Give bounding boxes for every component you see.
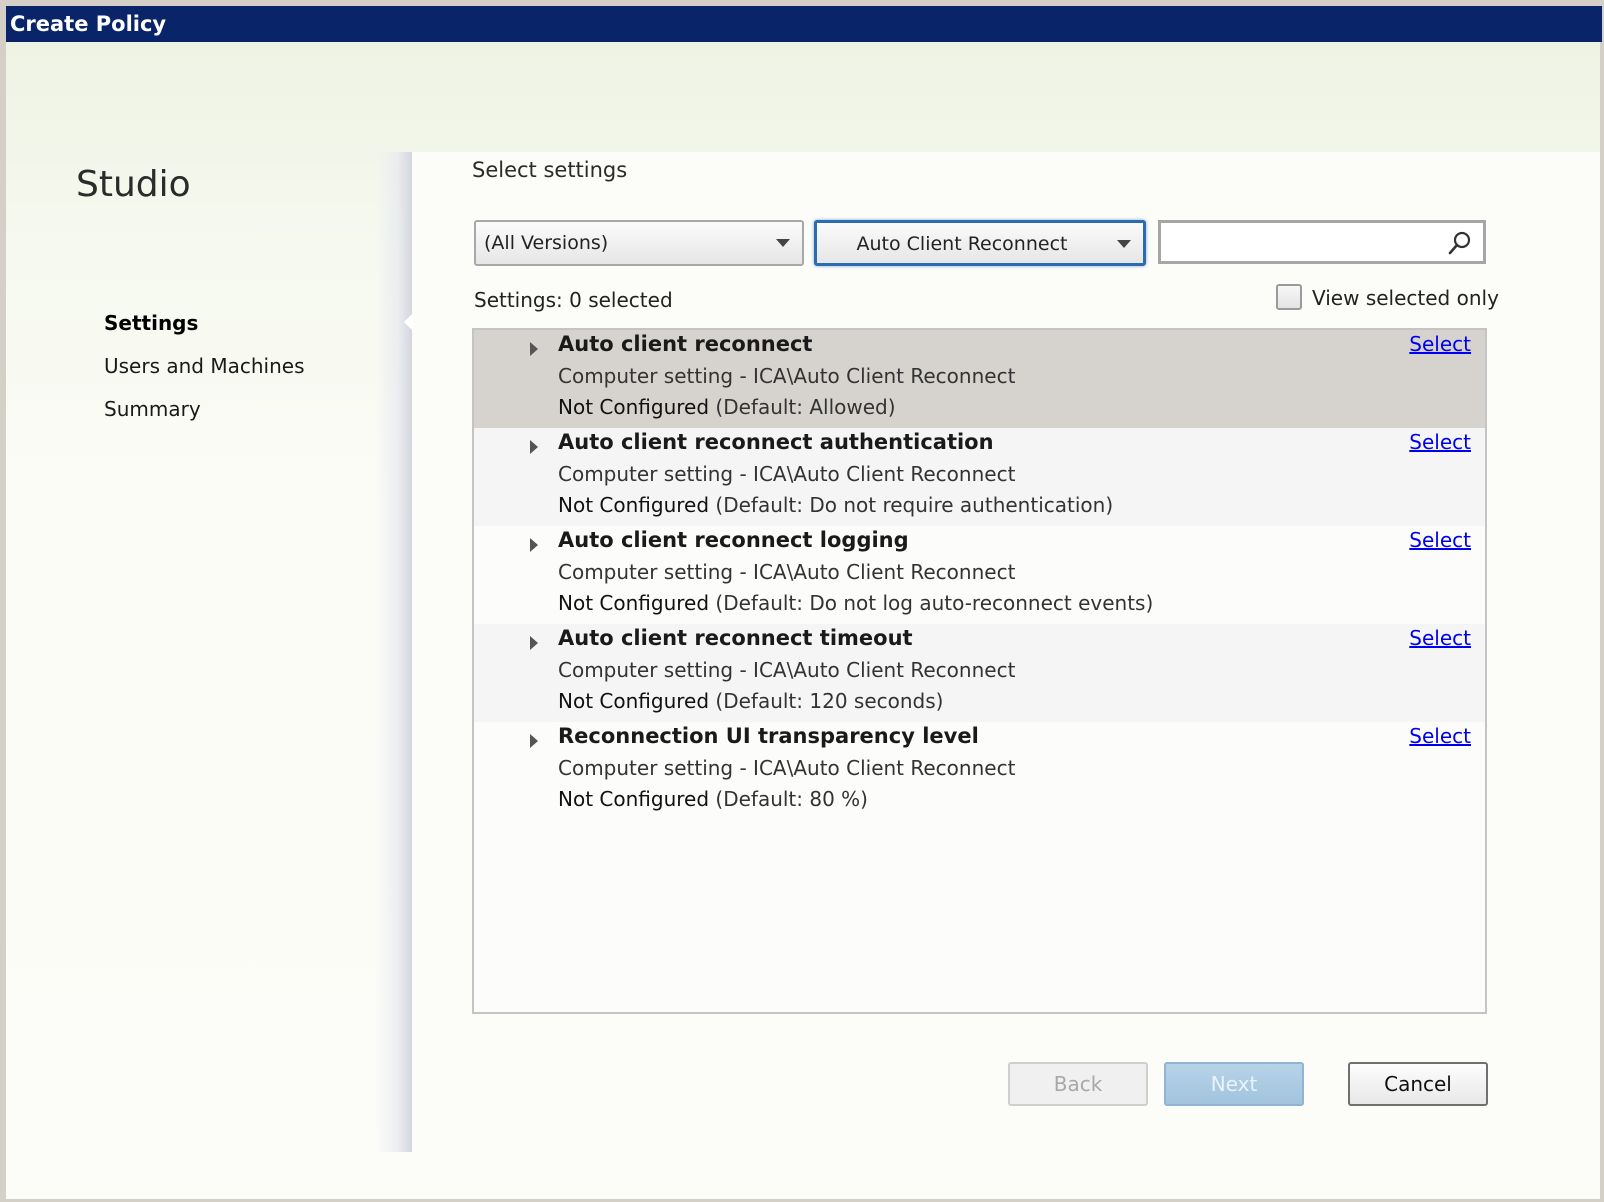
expand-arrow-icon[interactable] <box>530 342 538 356</box>
setting-default: (Default: Do not log auto-reconnect even… <box>709 591 1154 615</box>
settings-selected-count: Settings: 0 selected <box>474 288 673 312</box>
setting-state: Not Configured (Default: 80 %) <box>558 787 868 811</box>
setting-name: Auto client reconnect timeout <box>558 626 913 650</box>
next-button[interactable]: Next <box>1164 1062 1304 1106</box>
select-setting-link[interactable]: Select <box>1409 724 1471 748</box>
settings-search-box[interactable] <box>1158 220 1486 264</box>
setting-name: Auto client reconnect authentication <box>558 430 994 454</box>
setting-path: Computer setting - ICA\Auto Client Recon… <box>558 658 1016 682</box>
setting-row[interactable]: Auto client reconnect logging Computer s… <box>474 526 1485 624</box>
setting-name: Auto client reconnect <box>558 332 813 356</box>
window-title: Create Policy <box>6 6 1602 42</box>
cancel-button[interactable]: Cancel <box>1348 1062 1488 1106</box>
wizard-client-area: Studio Settings Users and Machines Summa… <box>6 42 1600 1199</box>
expand-arrow-icon[interactable] <box>530 636 538 650</box>
view-selected-only-option[interactable]: View selected only <box>1276 283 1499 313</box>
settings-list[interactable]: Auto client reconnect Computer setting -… <box>472 328 1487 1014</box>
select-setting-link[interactable]: Select <box>1409 430 1471 454</box>
nav-step-settings[interactable]: Settings <box>104 308 305 351</box>
nav-step-users-and-machines[interactable]: Users and Machines <box>104 351 305 394</box>
back-button[interactable]: Back <box>1008 1062 1148 1106</box>
expand-arrow-icon[interactable] <box>530 538 538 552</box>
create-policy-window: Create Policy Studio Settings Users and … <box>6 6 1602 1200</box>
setting-default: (Default: Do not require authentication) <box>709 493 1114 517</box>
category-filter-value: Auto Client Reconnect <box>856 233 1068 255</box>
chevron-down-icon <box>1117 240 1131 248</box>
expand-arrow-icon[interactable] <box>530 734 538 748</box>
setting-row[interactable]: Auto client reconnect Computer setting -… <box>474 330 1485 428</box>
page-title: Select settings <box>472 158 628 182</box>
setting-name: Auto client reconnect logging <box>558 528 909 552</box>
select-setting-link[interactable]: Select <box>1409 528 1471 552</box>
search-icon[interactable] <box>1447 230 1473 256</box>
setting-state: Not Configured (Default: 120 seconds) <box>558 689 943 713</box>
chevron-down-icon <box>776 239 790 247</box>
setting-config-state: Not Configured <box>558 591 710 615</box>
version-filter-dropdown[interactable]: (All Versions) <box>474 220 804 266</box>
select-setting-link[interactable]: Select <box>1409 626 1471 650</box>
setting-default: (Default: Allowed) <box>709 395 896 419</box>
setting-path: Computer setting - ICA\Auto Client Recon… <box>558 560 1016 584</box>
category-filter-dropdown[interactable]: Auto Client Reconnect <box>814 220 1146 266</box>
setting-row[interactable]: Auto client reconnect timeout Computer s… <box>474 624 1485 722</box>
nav-step-summary[interactable]: Summary <box>104 394 305 437</box>
active-step-pointer-icon <box>404 312 414 332</box>
wizard-steps-nav: Settings Users and Machines Summary <box>104 308 305 437</box>
setting-path: Computer setting - ICA\Auto Client Recon… <box>558 756 1016 780</box>
setting-name: Reconnection UI transparency level <box>558 724 979 748</box>
setting-config-state: Not Configured <box>558 787 710 811</box>
setting-path: Computer setting - ICA\Auto Client Recon… <box>558 462 1016 486</box>
setting-state: Not Configured (Default: Allowed) <box>558 395 896 419</box>
setting-state: Not Configured (Default: Do not log auto… <box>558 591 1153 615</box>
select-setting-link[interactable]: Select <box>1409 332 1471 356</box>
view-selected-only-checkbox[interactable] <box>1276 283 1302 310</box>
setting-config-state: Not Configured <box>558 689 710 713</box>
setting-path: Computer setting - ICA\Auto Client Recon… <box>558 364 1016 388</box>
setting-config-state: Not Configured <box>558 395 710 419</box>
sidebar-divider <box>376 152 412 1152</box>
setting-default: (Default: 80 %) <box>709 787 868 811</box>
expand-arrow-icon[interactable] <box>530 440 538 454</box>
brand-title: Studio <box>76 164 191 205</box>
setting-config-state: Not Configured <box>558 493 710 517</box>
setting-row[interactable]: Reconnection UI transparency level Compu… <box>474 722 1485 820</box>
view-selected-only-label: View selected only <box>1312 286 1499 310</box>
setting-row[interactable]: Auto client reconnect authentication Com… <box>474 428 1485 526</box>
setting-state: Not Configured (Default: Do not require … <box>558 493 1113 517</box>
search-input[interactable] <box>1167 223 1441 261</box>
setting-default: (Default: 120 seconds) <box>709 689 944 713</box>
wizard-sidebar <box>6 152 412 1152</box>
version-filter-value: (All Versions) <box>484 232 609 254</box>
